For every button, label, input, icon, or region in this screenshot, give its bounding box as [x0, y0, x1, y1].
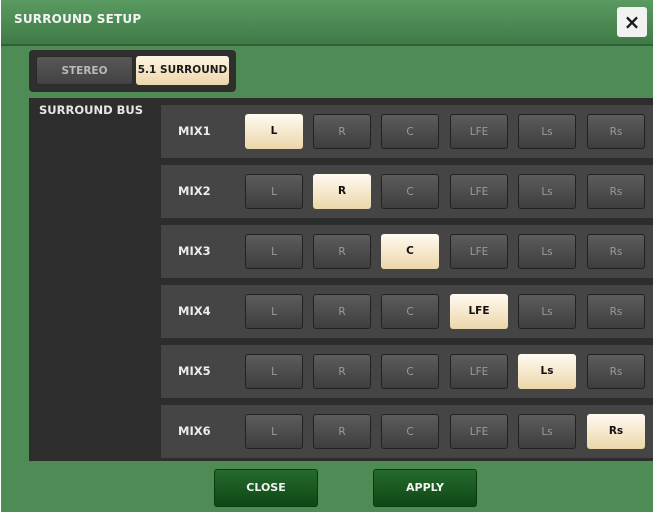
channel-button-ls[interactable]: Ls	[518, 234, 576, 269]
channel-button-r[interactable]: R	[313, 234, 371, 269]
apply-button[interactable]: APPLY	[373, 469, 477, 507]
channel-button-r[interactable]: R	[313, 174, 371, 209]
surround-row-mix1: MIX1 L R C LFE Ls Rs	[161, 105, 653, 158]
surround-row-mix6: MIX6 L R C LFE Ls Rs	[161, 405, 653, 458]
channel-button-lfe[interactable]: LFE	[450, 354, 508, 389]
channel-button-c[interactable]: C	[381, 114, 439, 149]
channel-button-ls[interactable]: Ls	[518, 174, 576, 209]
channel-button-rs[interactable]: Rs	[587, 114, 645, 149]
title-bar: SURROUND SETUP ×	[1, 0, 653, 46]
surround-setup-window: SURROUND SETUP × STEREO 5.1 SURROUND SUR…	[1, 0, 653, 512]
surround-row-mix5: MIX5 L R C LFE Ls Rs	[161, 345, 653, 398]
surround-row-mix4: MIX4 L R C LFE Ls Rs	[161, 285, 653, 338]
channel-button-l[interactable]: L	[245, 414, 303, 449]
row-label: MIX1	[178, 124, 211, 138]
surround-row-mix3: MIX3 L R C LFE Ls Rs	[161, 225, 653, 278]
channel-button-rs[interactable]: Rs	[587, 294, 645, 329]
channel-button-c[interactable]: C	[381, 174, 439, 209]
channel-button-l[interactable]: L	[245, 294, 303, 329]
channel-button-l[interactable]: L	[245, 354, 303, 389]
window-title: SURROUND SETUP	[14, 12, 142, 26]
channel-button-ls[interactable]: Ls	[518, 414, 576, 449]
close-button[interactable]: CLOSE	[214, 469, 318, 507]
channel-button-ls[interactable]: Ls	[518, 354, 576, 389]
channel-button-lfe[interactable]: LFE	[450, 414, 508, 449]
channel-button-r[interactable]: R	[313, 354, 371, 389]
channel-button-l[interactable]: L	[245, 234, 303, 269]
row-label: MIX4	[178, 304, 211, 318]
surround-button[interactable]: 5.1 SURROUND	[136, 56, 229, 85]
channel-button-l[interactable]: L	[245, 114, 303, 149]
surround-bus-panel: SURROUND BUS MIX1 L R C LFE Ls Rs MIX2 L R C LFE Ls R…	[29, 98, 653, 461]
channel-button-rs[interactable]: Rs	[587, 174, 645, 209]
channel-button-l[interactable]: L	[245, 174, 303, 209]
row-label: MIX3	[178, 244, 211, 258]
surround-bus-label: SURROUND BUS	[39, 103, 144, 117]
channel-button-lfe[interactable]: LFE	[450, 174, 508, 209]
channel-button-r[interactable]: R	[313, 114, 371, 149]
channel-button-c[interactable]: C	[381, 234, 439, 269]
row-label: MIX5	[178, 364, 211, 378]
channel-button-rs[interactable]: Rs	[587, 354, 645, 389]
channel-button-lfe[interactable]: LFE	[450, 294, 508, 329]
channel-button-ls[interactable]: Ls	[518, 114, 576, 149]
mode-selector: STEREO 5.1 SURROUND	[29, 50, 236, 92]
channel-button-c[interactable]: C	[381, 354, 439, 389]
channel-button-r[interactable]: R	[313, 414, 371, 449]
row-label: MIX2	[178, 184, 211, 198]
channel-button-lfe[interactable]: LFE	[450, 234, 508, 269]
channel-button-c[interactable]: C	[381, 414, 439, 449]
channel-button-c[interactable]: C	[381, 294, 439, 329]
close-icon[interactable]: ×	[617, 7, 647, 37]
channel-button-rs[interactable]: Rs	[587, 234, 645, 269]
row-label: MIX6	[178, 424, 211, 438]
channel-button-rs[interactable]: Rs	[587, 414, 645, 449]
channel-button-r[interactable]: R	[313, 294, 371, 329]
channel-button-ls[interactable]: Ls	[518, 294, 576, 329]
surround-row-mix2: MIX2 L R C LFE Ls Rs	[161, 165, 653, 218]
stereo-button[interactable]: STEREO	[36, 56, 133, 85]
channel-button-lfe[interactable]: LFE	[450, 114, 508, 149]
